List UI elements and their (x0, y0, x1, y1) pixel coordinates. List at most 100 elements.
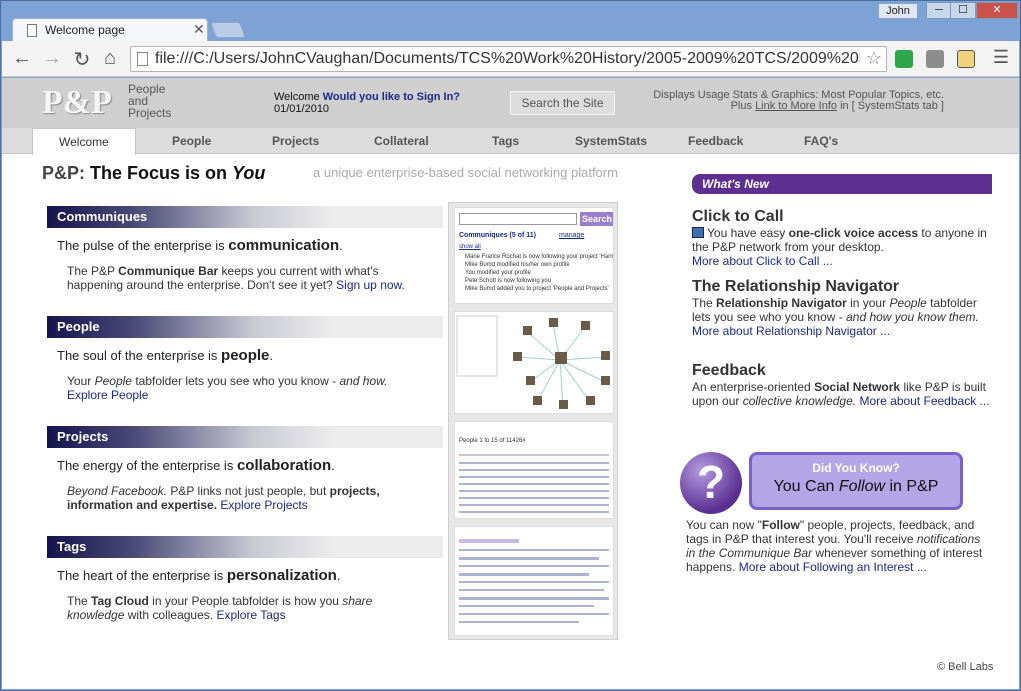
home-icon[interactable]: ⌂ (98, 47, 122, 70)
url-text: file:///C:/Users/JohnCVaughan/Documents/… (155, 50, 860, 67)
dyk-line: You Can Follow in P&P (773, 478, 939, 495)
section-body: The Tag Cloud in your People tabfolder i… (67, 594, 373, 622)
page-icon (137, 52, 148, 66)
web-page: P&P People and Projects Welcome Would yo… (2, 78, 1019, 689)
sign-in-link[interactable]: Would you like to Sign In? (323, 91, 460, 103)
menu-icon[interactable]: ☰ (989, 47, 1013, 68)
usage-stats-note: Displays Usage Stats & Graphics: Most Po… (652, 90, 944, 112)
title-emphasis: You (232, 163, 266, 183)
section-body: Beyond Facebook. P&P links not just peop… (67, 484, 380, 512)
whats-new-header: What's New (692, 174, 992, 194)
section-title: Projects (47, 426, 443, 448)
page-icon (27, 24, 37, 37)
news-title: The Relationship Navigator (692, 278, 900, 295)
tab-projects[interactable]: Projects (272, 134, 319, 148)
share-extension-icon[interactable] (895, 50, 913, 68)
address-bar[interactable]: file:///C:/Users/JohnCVaughan/Documents/… (130, 46, 887, 72)
mini-item: Mike Bumd modified his/her own profile (465, 262, 570, 268)
title-bar: Welcome page ✕ John ─ ☐ ✕ (1, 1, 1020, 42)
mini-communiques-title: Communiques (5 of 11) (459, 232, 537, 239)
back-arrow-icon[interactable]: ← (10, 47, 34, 70)
relationship-navigator-thumbnail[interactable] (454, 311, 614, 414)
new-tab-button[interactable] (210, 22, 246, 38)
news-body: An enterprise-oriented Social Network li… (692, 380, 990, 408)
mini-show-all: show all (459, 244, 481, 250)
window-close-button[interactable]: ✕ (976, 2, 1018, 19)
following-link[interactable]: More about Following an Interest ... (739, 560, 927, 574)
pen-extension-icon[interactable] (957, 50, 975, 68)
section-title: Tags (47, 536, 443, 558)
click-to-call-link[interactable]: More about Click to Call ... (692, 254, 833, 268)
explore-projects-link[interactable]: Explore Projects (220, 498, 307, 512)
did-you-know-box[interactable]: Did You Know? You Can Follow in P&P (749, 452, 963, 510)
screenshot-thumbnails: Search Communiques (5 of 11) manage show… (448, 202, 618, 640)
mini-item: Marie France Rochat is now following you… (465, 254, 614, 260)
more-info-link[interactable]: Link to More Info (755, 100, 837, 112)
maximize-button[interactable]: ☐ (950, 2, 976, 19)
section-body: The P&P Communique Bar keeps you current… (67, 264, 405, 292)
forward-arrow-icon[interactable]: → (40, 47, 64, 70)
relationship-navigator-link[interactable]: More about Relationship Navigator ... (692, 324, 890, 338)
browser-tab[interactable]: Welcome page ✕ (12, 18, 208, 42)
tab-collateral[interactable]: Collateral (374, 134, 429, 148)
mini-communique-list: Marie France Rochat is now following you… (465, 253, 614, 293)
section-lead: The energy of the enterprise is collabor… (57, 457, 335, 474)
mini-search-input (459, 213, 577, 225)
feedback-link[interactable]: More about Feedback ... (859, 394, 989, 408)
user-profile-button[interactable]: John (878, 3, 918, 19)
tab-welcome[interactable]: Welcome (32, 128, 136, 155)
news-body: You have easy one-click voice access to … (692, 226, 987, 268)
title-main: The Focus is on (90, 163, 228, 183)
phone-icon (692, 227, 704, 238)
tab-people[interactable]: People (172, 134, 211, 148)
explore-people-link[interactable]: Explore People (67, 388, 148, 402)
page-title: P&P: The Focus is on You (42, 163, 265, 184)
tab-close-icon[interactable]: ✕ (193, 21, 205, 38)
welcome-label: Welcome (274, 91, 320, 103)
tab-title: Welcome page (45, 23, 125, 37)
tab-feedback[interactable]: Feedback (688, 134, 743, 148)
tag-cloud-thumbnail[interactable] (454, 526, 614, 636)
stats-text: Plus (730, 100, 752, 112)
news-title: Feedback (692, 362, 766, 379)
people-list-thumbnail[interactable]: People 1 to 15 of 11426# (454, 421, 614, 519)
explore-tags-link[interactable]: Explore Tags (216, 608, 285, 622)
tab-systemstats[interactable]: SystemStats (575, 134, 647, 148)
site-nav-tabs: Welcome People Projects Collateral Tags … (2, 128, 1019, 155)
browser-window: Welcome page ✕ John ─ ☐ ✕ ← → ↻ ⌂ file:/… (0, 0, 1021, 691)
dyk-text: You can now "Follow" people, projects, f… (686, 518, 983, 574)
tab-faqs[interactable]: FAQ's (804, 134, 838, 148)
section-title: People (47, 316, 443, 338)
section-title: Communiques (47, 206, 443, 228)
site-header: P&P People and Projects Welcome Would yo… (2, 78, 1019, 128)
sign-up-link[interactable]: Sign up now (336, 278, 401, 292)
site-search-button[interactable]: Search the Site (510, 91, 615, 115)
mini-people-count: People 1 to 15 of 11426# (459, 438, 526, 444)
news-title: Click to Call (692, 208, 784, 225)
dyk-title: Did You Know? (812, 461, 900, 475)
whats-new-feedback: Feedback An enterprise-oriented Social N… (692, 362, 992, 408)
tab-tags[interactable]: Tags (492, 134, 519, 148)
minimize-button[interactable]: ─ (926, 2, 952, 19)
section-tags: Tags The heart of the enterprise is pers… (47, 536, 443, 622)
whats-new-click-to-call: Click to Call You have easy one-click vo… (692, 208, 992, 268)
bookmark-star-icon[interactable]: ☆ (866, 48, 882, 69)
site-logo[interactable]: P&P (42, 84, 112, 122)
section-communiques: Communiques The pulse of the enterprise … (47, 206, 443, 292)
tagline: a unique enterprise-based social network… (313, 165, 618, 180)
mini-item: Mike Bumd added you to project 'People a… (465, 286, 609, 292)
communique-bar-thumbnail[interactable]: Search Communiques (5 of 11) manage show… (454, 207, 614, 304)
mini-search-button: Search (580, 212, 613, 226)
logo-text: People and Projects (128, 83, 171, 119)
section-body: Your People tabfolder lets you see who y… (67, 374, 388, 402)
section-lead: The pulse of the enterprise is communica… (57, 237, 343, 254)
section-projects: Projects The energy of the enterprise is… (47, 426, 443, 512)
extension-icon[interactable] (926, 50, 944, 68)
whats-new-relationship-navigator: The Relationship Navigator The Relations… (692, 278, 992, 338)
news-body: The Relationship Navigator in your Peopl… (692, 296, 979, 338)
title-prefix: P&P: (42, 163, 86, 183)
mini-item: Pete Schott is now following you (465, 278, 552, 284)
section-lead: The soul of the enterprise is people. (57, 347, 274, 364)
copyright: © Bell Labs (937, 661, 994, 673)
reload-icon[interactable]: ↻ (70, 47, 94, 72)
